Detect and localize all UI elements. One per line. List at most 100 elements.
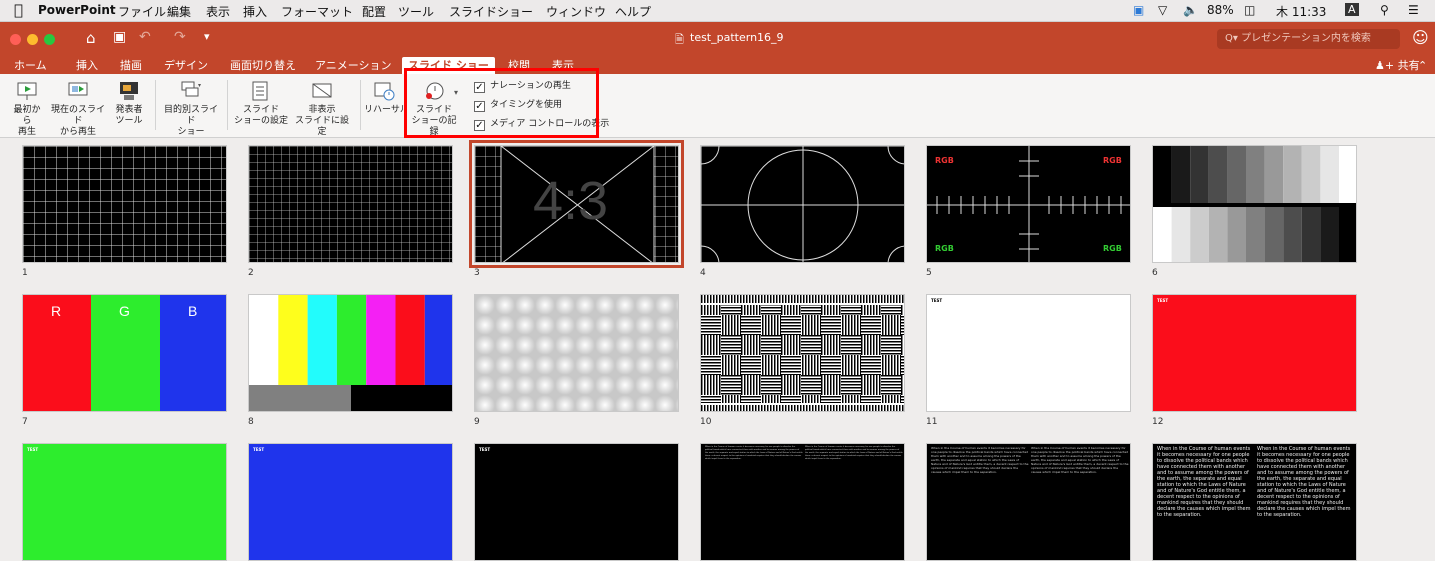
presenter-view-button[interactable]: 発表者 ツール bbox=[112, 80, 146, 127]
slide-thumbnail-11[interactable]: TEST bbox=[926, 294, 1131, 412]
slide-thumbnail-17[interactable]: When in the Course of human events it be… bbox=[926, 443, 1131, 561]
mac-menubar:  PowerPoint ファイル 編集 表示 挿入 フォーマット 配置 ツール… bbox=[0, 0, 1435, 22]
test-label: TEST bbox=[479, 447, 491, 452]
collapse-ribbon-icon[interactable]: ⌃ bbox=[1418, 57, 1427, 74]
setup-slideshow-label-1: スライド bbox=[242, 105, 279, 115]
apple-icon[interactable]:  bbox=[14, 1, 23, 19]
hide-slide-label-2: スライドに設定 bbox=[294, 116, 349, 137]
share-label: 共有 bbox=[1397, 59, 1420, 72]
slide-thumbnail-10[interactable] bbox=[700, 294, 905, 412]
presenter-view-label-1: 発表者 bbox=[115, 105, 143, 115]
slide-thumbnail-1[interactable] bbox=[22, 145, 227, 263]
slide-thumbnail-4[interactable] bbox=[700, 145, 905, 263]
rehearse-timings-button[interactable]: リハーサル bbox=[364, 80, 404, 116]
tab-home[interactable]: ホーム bbox=[14, 57, 47, 74]
slide-thumbnail-13[interactable]: TEST bbox=[22, 443, 227, 561]
slide-thumbnail-6[interactable] bbox=[1152, 145, 1357, 263]
menu-format[interactable]: フォーマット bbox=[281, 3, 353, 20]
menu-help[interactable]: ヘルプ bbox=[615, 3, 651, 20]
save-icon[interactable]: ▣ bbox=[113, 29, 126, 45]
rgb-label: RGB bbox=[1103, 244, 1122, 253]
slide-number: 9 bbox=[474, 417, 480, 427]
slide-thumbnail-14[interactable]: TEST bbox=[248, 443, 453, 561]
slide-number: 6 bbox=[1152, 268, 1158, 278]
menu-arrange[interactable]: 配置 bbox=[362, 3, 386, 20]
tab-draw[interactable]: 描画 bbox=[120, 57, 142, 74]
rehearse-timings-label: リハーサル bbox=[364, 105, 404, 115]
play-from-start-label-2: 再生 bbox=[17, 127, 36, 137]
grid-pattern-icon bbox=[23, 146, 226, 262]
slide-thumbnail-8[interactable] bbox=[248, 294, 453, 412]
play-from-start-button[interactable]: 最初から 再生 bbox=[10, 80, 44, 138]
redo-icon[interactable]: ↷ bbox=[174, 29, 186, 45]
menu-view[interactable]: 表示 bbox=[206, 3, 230, 20]
minimize-window-icon[interactable] bbox=[27, 34, 38, 45]
slide-body-text: When in the Course of human events it be… bbox=[1157, 446, 1251, 518]
smiley-feedback-icon[interactable]: ☺ bbox=[1412, 28, 1429, 47]
undo-icon[interactable]: ↶ bbox=[139, 29, 151, 45]
menu-window[interactable]: ウィンドウ bbox=[546, 3, 606, 20]
close-window-icon[interactable] bbox=[10, 34, 21, 45]
slide-thumbnail-15[interactable]: TEST bbox=[474, 443, 679, 561]
menu-edit[interactable]: 編集 bbox=[167, 3, 191, 20]
menu-tools[interactable]: ツール bbox=[398, 3, 434, 20]
tab-design[interactable]: デザイン bbox=[164, 57, 208, 74]
ribbon-tabs: ホーム 挿入 描画 デザイン 画面切り替え アニメーション スライド ショー 校… bbox=[0, 56, 1435, 74]
play-from-current-label-1: 現在のスライド bbox=[50, 105, 105, 126]
tab-animations[interactable]: アニメーション bbox=[315, 57, 392, 74]
slide-number: 1 bbox=[22, 268, 28, 278]
slide-thumbnail-2[interactable] bbox=[248, 145, 453, 263]
hide-slide-button[interactable]: 非表示 スライドに設定 bbox=[292, 80, 352, 138]
clock[interactable]: 木 11:33 bbox=[1276, 3, 1326, 20]
menu-insert[interactable]: 挿入 bbox=[243, 3, 267, 20]
hide-slide-icon bbox=[312, 83, 332, 98]
title-bar: ⌂ ▣ ↶ ↷ ▾ 🗎 test_pattern16_9 Q▾ プレゼンテーショ… bbox=[0, 22, 1435, 56]
control-center-icon[interactable]: ☰ bbox=[1408, 3, 1419, 17]
scale-pattern-icon bbox=[927, 146, 1130, 262]
slide-number: 5 bbox=[926, 268, 932, 278]
slide-number: 11 bbox=[926, 417, 938, 427]
slide-thumbnail-7[interactable]: R G B bbox=[22, 294, 227, 412]
menu-file[interactable]: ファイル bbox=[118, 3, 166, 20]
resolution-pattern-icon bbox=[701, 295, 904, 411]
play-from-current-button[interactable]: 現在のスライド から再生 bbox=[50, 80, 106, 138]
rehearse-timings-icon bbox=[374, 82, 395, 101]
custom-slideshow-label-1: 目的別スライド bbox=[163, 105, 218, 126]
wifi-icon[interactable]: ▽ bbox=[1158, 3, 1167, 17]
qat-dropdown-icon[interactable]: ▾ bbox=[204, 30, 210, 43]
slide-thumbnail-18[interactable]: When in the Course of human events it be… bbox=[1152, 443, 1357, 561]
spotlight-icon[interactable]: ⚲ bbox=[1380, 3, 1389, 17]
setup-slideshow-label-2: ショーの設定 bbox=[233, 116, 288, 126]
play-from-current-icon bbox=[68, 82, 88, 96]
add-user-icon: ♟+ bbox=[1375, 59, 1395, 72]
tab-insert[interactable]: 挿入 bbox=[76, 57, 98, 74]
circle-pattern-icon bbox=[701, 146, 904, 262]
slide-thumbnail-12[interactable]: TEST bbox=[1152, 294, 1357, 412]
slide-body-text: When in the Course of human events it be… bbox=[705, 446, 803, 460]
zoom-window-icon[interactable] bbox=[44, 34, 55, 45]
input-mode-indicator[interactable]: A bbox=[1345, 3, 1359, 16]
slide-thumbnail-3[interactable]: 4:3 bbox=[469, 140, 684, 268]
slide-thumbnail-9[interactable] bbox=[474, 294, 679, 412]
document-icon: 🗎 bbox=[675, 33, 684, 46]
slide-number: 7 bbox=[22, 417, 28, 427]
screen-share-icon[interactable]: ▣ bbox=[1133, 3, 1144, 17]
slide-number: 10 bbox=[700, 417, 712, 427]
highlight-box bbox=[404, 68, 599, 138]
rgb-label: RGB bbox=[935, 156, 954, 165]
slide-thumbnail-5[interactable]: RGB RGB RGB RGB bbox=[926, 145, 1131, 263]
search-input[interactable]: Q▾ プレゼンテーション内を検索 bbox=[1217, 29, 1400, 49]
slide-thumbnail-16[interactable]: When in the Course of human events it be… bbox=[700, 443, 905, 561]
tab-transitions[interactable]: 画面切り替え bbox=[230, 57, 296, 74]
home-icon[interactable]: ⌂ bbox=[86, 29, 96, 47]
setup-slideshow-button[interactable]: スライド ショーの設定 bbox=[232, 80, 290, 127]
volume-icon[interactable]: 🔈 bbox=[1183, 3, 1198, 17]
grayscale-pattern-icon bbox=[1153, 146, 1356, 262]
menu-slideshow[interactable]: スライドショー bbox=[449, 3, 533, 20]
slide-number: 4 bbox=[700, 268, 706, 278]
share-button[interactable]: ♟+ 共有 bbox=[1375, 57, 1420, 74]
app-menu[interactable]: PowerPoint bbox=[38, 3, 116, 17]
battery-percent: 88% bbox=[1207, 3, 1234, 17]
custom-slideshow-button[interactable]: ▾ 目的別スライド ショー bbox=[160, 80, 222, 138]
battery-icon[interactable]: ◫ bbox=[1244, 3, 1255, 17]
